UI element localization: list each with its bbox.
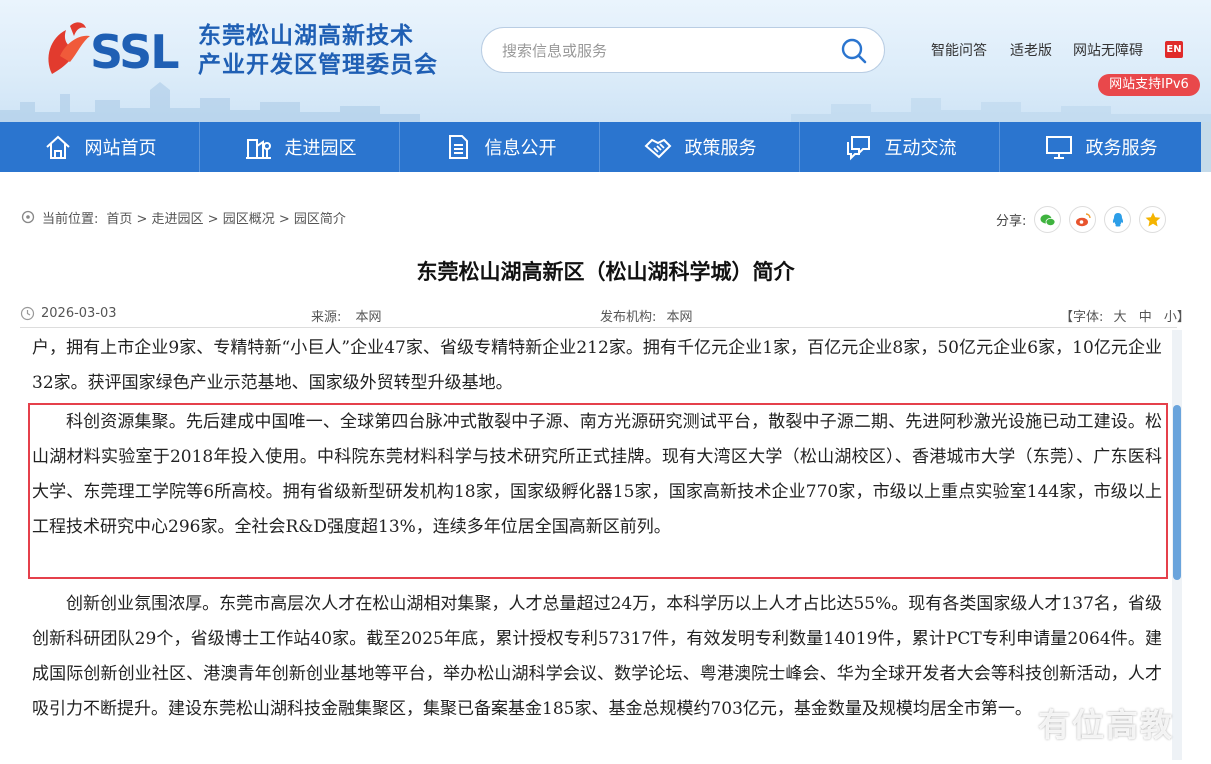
breadcrumb-path[interactable]: 首页 > 走进园区 > 园区概况 > 园区简介	[106, 208, 345, 227]
nav-item-park[interactable]: 走进园区	[200, 122, 400, 172]
org-name-line1: 东莞松山湖高新技术	[198, 23, 414, 49]
publisher-label: 发布机构:	[600, 310, 657, 325]
article-paragraph: 创新创业氛围浓厚。东莞市高层次人才在松山湖相对集聚，人才总量超过24万，本科学历…	[32, 594, 1162, 719]
article-date: 2026-03-03	[20, 306, 117, 321]
english-version-button[interactable]: EN	[1165, 41, 1183, 58]
publisher-value: 本网	[666, 310, 693, 325]
qq-icon[interactable]	[1104, 206, 1132, 233]
handshake-icon	[644, 138, 671, 159]
search-icon[interactable]	[840, 37, 868, 65]
nav-edge	[1201, 122, 1211, 172]
article-title: 东莞松山湖高新区（松山湖科学城）简介	[416, 260, 795, 284]
watermark-text: 有位高教	[1038, 706, 1175, 744]
elderly-version-link[interactable]: 适老版	[1010, 40, 1052, 60]
ssl-logo-icon[interactable]: SSL	[40, 16, 190, 78]
site-header: SSL 东莞松山湖高新技术 产业开发区管理委员会 智能问答 适老版 网站无障碍 …	[0, 0, 1211, 122]
home-icon	[45, 135, 70, 159]
chat-icon	[846, 136, 870, 161]
meta-divider	[20, 327, 1177, 328]
font-medium-button[interactable]: 中	[1139, 310, 1152, 325]
ipv6-badge: 网站支持IPv6	[1098, 74, 1200, 96]
article-publisher: 发布机构: 本网	[600, 306, 693, 325]
share-label: 分享:	[996, 214, 1027, 229]
font-large-button[interactable]: 大	[1114, 310, 1127, 325]
source-label: 来源:	[311, 310, 342, 325]
svg-text:SSL: SSL	[90, 25, 179, 78]
nav-item-label: 走进园区	[284, 138, 357, 159]
nav-item-home[interactable]: 网站首页	[0, 122, 200, 172]
monitor-icon	[1045, 136, 1072, 159]
location-pin-icon	[21, 210, 35, 223]
font-size-control: 【字体: 大 中 小】	[1060, 306, 1190, 325]
org-name-line2: 产业开发区管理委员会	[198, 52, 438, 78]
scrollbar-thumb[interactable]	[1173, 405, 1181, 580]
clock-icon	[20, 306, 35, 321]
qzone-icon[interactable]	[1139, 206, 1167, 233]
accessibility-link[interactable]: 网站无障碍	[1073, 40, 1143, 60]
nav-item-interaction[interactable]: 互动交流	[800, 122, 1000, 172]
search-input[interactable]	[502, 39, 822, 63]
smart-qa-link[interactable]: 智能问答	[931, 40, 987, 60]
article-paragraph: 户，拥有上市企业9家、专精特新“小巨人”企业47家、省级专精特新企业212家。拥…	[32, 338, 1162, 393]
nav-item-label: 信息公开	[484, 138, 557, 159]
org-name: 东莞松山湖高新技术 产业开发区管理委员会	[198, 22, 438, 80]
nav-item-info[interactable]: 信息公开	[400, 122, 600, 172]
document-icon	[448, 135, 468, 159]
nav-item-label: 互动交流	[884, 138, 957, 159]
article-source: 来源: 本网	[311, 306, 382, 325]
article-date-text: 2026-03-03	[41, 306, 117, 321]
font-small-button[interactable]: 小】	[1164, 310, 1190, 325]
article-paragraph-highlighted: 科创资源集聚。先后建成中国唯一、全球第四台脉冲式散裂中子源、南方光源研究测试平台…	[32, 412, 1162, 537]
nav-item-label: 政策服务	[684, 138, 757, 159]
wechat-icon[interactable]	[1034, 206, 1062, 233]
weibo-icon[interactable]	[1069, 206, 1097, 233]
nav-item-policy[interactable]: 政策服务	[600, 122, 800, 172]
search-box[interactable]	[481, 27, 885, 73]
font-size-label: 【字体:	[1060, 310, 1104, 325]
park-icon	[245, 139, 271, 159]
source-value: 本网	[355, 310, 382, 325]
breadcrumb: 当前位置: 首页 > 走进园区 > 园区概况 > 园区简介	[20, 208, 346, 227]
breadcrumb-prefix: 当前位置:	[42, 212, 99, 227]
nav-item-label: 政务服务	[1085, 138, 1158, 159]
share-bar: 分享:	[996, 206, 1167, 233]
main-nav: 网站首页 走进园区 信息公开 政策服务 互动交流 政务服务	[0, 122, 1211, 172]
nav-item-label: 网站首页	[84, 138, 157, 159]
nav-item-gov-service[interactable]: 政务服务	[1000, 122, 1201, 172]
